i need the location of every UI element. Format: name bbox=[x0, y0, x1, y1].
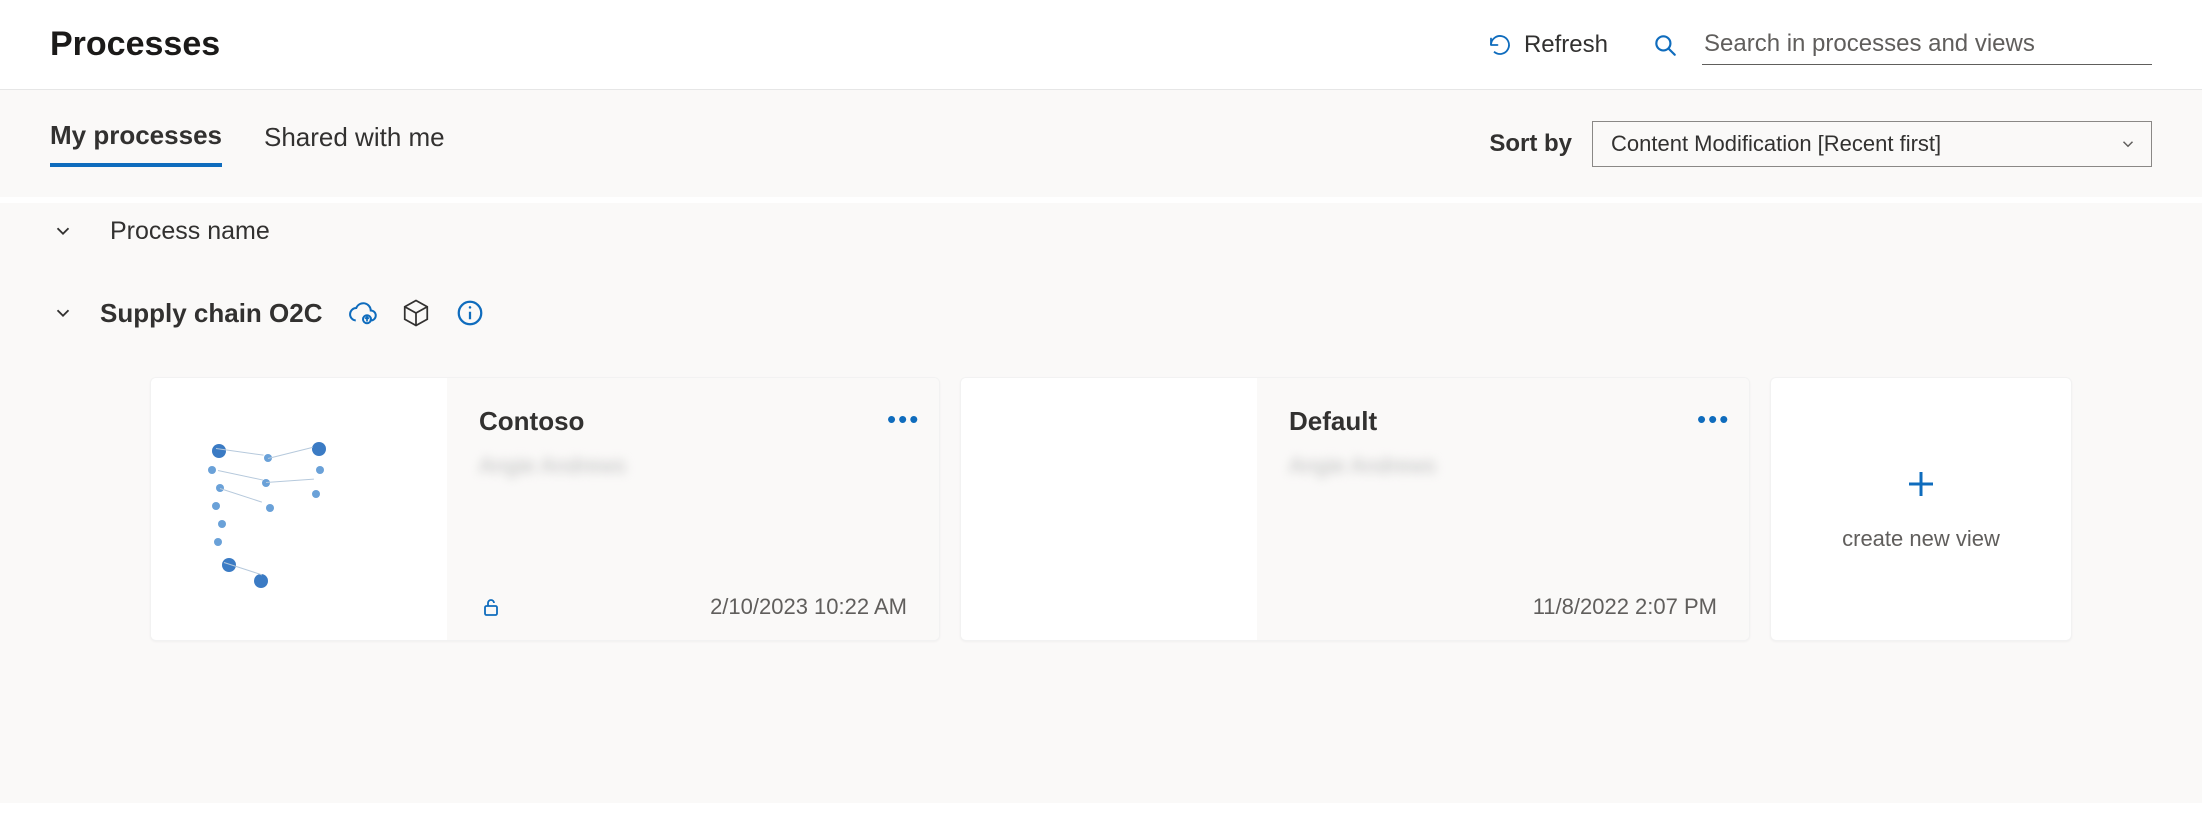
card-thumbnail bbox=[151, 378, 447, 640]
card-title: Contoso bbox=[479, 406, 907, 437]
column-header-process-name: Process name bbox=[110, 217, 270, 246]
search-icon[interactable] bbox=[1652, 32, 1678, 58]
sort-wrap: Sort by Content Modification [Recent fir… bbox=[1489, 121, 2152, 167]
card-owner: Angie Andrews bbox=[1289, 453, 1717, 479]
card-more-button[interactable]: ••• bbox=[1697, 404, 1725, 432]
column-header-row: Process name bbox=[50, 203, 2152, 259]
cloud-upload-icon[interactable] bbox=[347, 298, 377, 328]
card-date: 2/10/2023 10:22 AM bbox=[710, 594, 907, 620]
header-actions: Refresh bbox=[1488, 24, 2152, 65]
graph-thumbnail bbox=[194, 424, 404, 594]
card-footer: 2/10/2023 10:22 AM bbox=[479, 594, 907, 620]
process-collapse-toggle[interactable] bbox=[50, 300, 76, 326]
sort-selected-value: Content Modification [Recent first] bbox=[1611, 131, 1941, 157]
info-icon[interactable] bbox=[455, 298, 485, 328]
process-name[interactable]: Supply chain O2C bbox=[100, 298, 323, 329]
tabs: My processes Shared with me bbox=[50, 120, 445, 167]
cards-row: Contoso Angie Andrews ••• 2/10/2023 10:2… bbox=[150, 377, 2152, 641]
refresh-label: Refresh bbox=[1524, 31, 1608, 59]
process-row: Supply chain O2C bbox=[50, 285, 2152, 341]
lock-icon bbox=[479, 595, 503, 619]
card-footer: 11/8/2022 2:07 PM bbox=[1289, 594, 1717, 620]
search-input[interactable] bbox=[1702, 24, 2152, 65]
tab-shared-with-me[interactable]: Shared with me bbox=[264, 120, 445, 167]
create-new-view-label: create new view bbox=[1842, 526, 2000, 552]
refresh-icon bbox=[1488, 33, 1512, 57]
card-owner: Angie Andrews bbox=[479, 453, 907, 479]
chevron-down-icon bbox=[2119, 135, 2137, 153]
column-collapse-toggle[interactable] bbox=[50, 218, 76, 244]
card-date: 11/8/2022 2:07 PM bbox=[1533, 594, 1717, 620]
sort-label: Sort by bbox=[1489, 130, 1572, 158]
tab-my-processes[interactable]: My processes bbox=[50, 120, 222, 167]
card-body: Default Angie Andrews ••• 11/8/2022 2:07… bbox=[1257, 378, 1749, 640]
view-card[interactable]: Default Angie Andrews ••• 11/8/2022 2:07… bbox=[960, 377, 1750, 641]
sort-dropdown[interactable]: Content Modification [Recent first] bbox=[1592, 121, 2152, 167]
refresh-button[interactable]: Refresh bbox=[1488, 31, 1608, 59]
card-title: Default bbox=[1289, 406, 1717, 437]
content-area: Process name Supply chain O2C bbox=[0, 203, 2202, 803]
card-thumbnail bbox=[961, 378, 1257, 640]
app-header: Processes Refresh bbox=[0, 0, 2202, 90]
view-card[interactable]: Contoso Angie Andrews ••• 2/10/2023 10:2… bbox=[150, 377, 940, 641]
create-new-view-card[interactable]: create new view bbox=[1770, 377, 2072, 641]
card-more-button[interactable]: ••• bbox=[887, 404, 915, 432]
plus-icon bbox=[1903, 466, 1939, 502]
page-title: Processes bbox=[50, 25, 220, 64]
card-body: Contoso Angie Andrews ••• 2/10/2023 10:2… bbox=[447, 378, 939, 640]
search-wrap bbox=[1652, 24, 2152, 65]
package-icon[interactable] bbox=[401, 298, 431, 328]
sub-header: My processes Shared with me Sort by Cont… bbox=[0, 90, 2202, 197]
